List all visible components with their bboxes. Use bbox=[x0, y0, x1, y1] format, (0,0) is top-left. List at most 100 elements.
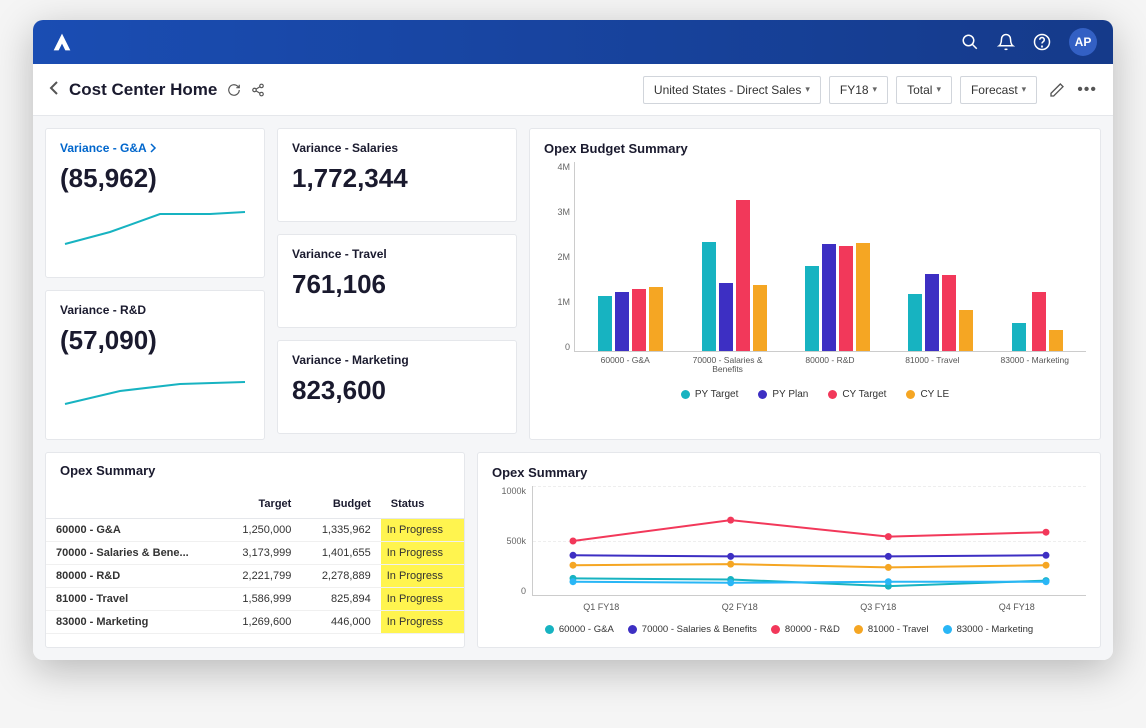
share-icon[interactable] bbox=[251, 83, 265, 97]
legend-label: CY LE bbox=[920, 389, 949, 400]
chart-point bbox=[570, 578, 577, 585]
refresh-icon[interactable] bbox=[227, 83, 241, 97]
page-header: Cost Center Home United States - Direct … bbox=[33, 64, 1113, 116]
kpi-rd-title: Variance - R&D bbox=[60, 303, 250, 317]
bar-group bbox=[702, 200, 767, 351]
chart-point bbox=[727, 553, 734, 560]
filter-region[interactable]: United States - Direct Sales ▾ bbox=[643, 76, 821, 104]
legend-item[interactable]: 83000 - Marketing bbox=[943, 624, 1034, 635]
legend-label: 70000 - Salaries & Benefits bbox=[642, 624, 757, 635]
help-icon[interactable] bbox=[1033, 33, 1051, 51]
filter-scenario[interactable]: Forecast▾ bbox=[960, 76, 1037, 104]
legend-item[interactable]: PY Plan bbox=[758, 389, 808, 400]
table-row[interactable]: 83000 - Marketing1,269,600446,000In Prog… bbox=[46, 611, 464, 634]
filter-scenario-label: Forecast bbox=[971, 83, 1018, 97]
legend-label: CY Target bbox=[842, 389, 886, 400]
line-chart-x-labels: Q1 FY18Q2 FY18Q3 FY18Q4 FY18 bbox=[532, 602, 1086, 612]
bar-chart-legend: PY Target PY Plan CY Target CY LE bbox=[544, 389, 1086, 400]
filter-total[interactable]: Total▾ bbox=[896, 76, 952, 104]
chart-point bbox=[1043, 552, 1050, 559]
filter-year[interactable]: FY18 ▾ bbox=[829, 76, 888, 104]
chart-line bbox=[573, 555, 1046, 556]
kpi-ga-value: (85,962) bbox=[60, 163, 250, 194]
table-header-target: Target bbox=[222, 490, 301, 519]
edit-icon[interactable] bbox=[1045, 78, 1069, 102]
legend-label: 60000 - G&A bbox=[559, 624, 614, 635]
cell-name: 70000 - Salaries & Bene... bbox=[46, 542, 222, 565]
chevron-down-icon: ▾ bbox=[805, 84, 810, 95]
chart-point bbox=[885, 578, 892, 585]
chart-point bbox=[727, 579, 734, 586]
opex-line-title: Opex Summary bbox=[492, 465, 1086, 480]
bar-group bbox=[805, 243, 870, 351]
legend-item[interactable]: CY Target bbox=[828, 389, 886, 400]
opex-summary-table-card: Opex Summary Target Budget Status 60000 … bbox=[45, 452, 465, 648]
kpi-marketing-title: Variance - Marketing bbox=[292, 353, 502, 367]
legend-item[interactable]: 60000 - G&A bbox=[545, 624, 614, 635]
table-row[interactable]: 81000 - Travel1,586,999825,894In Progres… bbox=[46, 588, 464, 611]
chart-bar bbox=[1012, 323, 1026, 352]
table-row[interactable]: 60000 - G&A1,250,0001,335,962In Progress bbox=[46, 519, 464, 542]
chevron-down-icon: ▾ bbox=[873, 84, 878, 95]
cell-budget: 1,401,655 bbox=[301, 542, 380, 565]
table-header-name bbox=[46, 490, 222, 519]
back-button[interactable] bbox=[49, 81, 59, 98]
legend-dot-icon bbox=[906, 390, 915, 399]
line-x-label: Q2 FY18 bbox=[722, 602, 758, 612]
bar-x-label: 80000 - R&D bbox=[795, 356, 865, 375]
chart-bar bbox=[615, 292, 629, 351]
opex-budget-title: Opex Budget Summary bbox=[544, 141, 1086, 156]
kpi-salaries-title: Variance - Salaries bbox=[292, 141, 502, 155]
legend-item[interactable]: CY LE bbox=[906, 389, 949, 400]
chart-bar bbox=[702, 242, 716, 351]
table-row[interactable]: 70000 - Salaries & Bene...3,173,9991,401… bbox=[46, 542, 464, 565]
topbar-actions: AP bbox=[961, 28, 1097, 56]
kpi-card-salaries: Variance - Salaries 1,772,344 bbox=[277, 128, 517, 222]
more-menu-icon[interactable]: ••• bbox=[1077, 81, 1097, 99]
chart-point bbox=[570, 552, 577, 559]
table-row[interactable]: 80000 - R&D2,221,7992,278,889In Progress bbox=[46, 565, 464, 588]
bar-group bbox=[598, 287, 663, 351]
chart-bar bbox=[805, 266, 819, 351]
search-icon[interactable] bbox=[961, 33, 979, 51]
chart-bar bbox=[925, 274, 939, 351]
cell-status: In Progress bbox=[381, 611, 464, 634]
kpi-ga-title-link[interactable]: Variance - G&A bbox=[60, 141, 250, 155]
legend-label: 81000 - Travel bbox=[868, 624, 929, 635]
bar-x-label: 60000 - G&A bbox=[590, 356, 660, 375]
line-x-label: Q4 FY18 bbox=[999, 602, 1035, 612]
cell-budget: 2,278,889 bbox=[301, 565, 380, 588]
notifications-icon[interactable] bbox=[997, 33, 1015, 51]
filter-region-label: United States - Direct Sales bbox=[654, 83, 801, 97]
chart-bar bbox=[649, 287, 663, 351]
table-header-status: Status bbox=[381, 490, 464, 519]
chart-point bbox=[885, 564, 892, 571]
legend-item[interactable]: 81000 - Travel bbox=[854, 624, 929, 635]
chart-bar bbox=[908, 294, 922, 351]
kpi-travel-title: Variance - Travel bbox=[292, 247, 502, 261]
chart-bar bbox=[719, 283, 733, 351]
brand-logo[interactable] bbox=[49, 29, 75, 55]
chart-point bbox=[885, 533, 892, 540]
legend-item[interactable]: 70000 - Salaries & Benefits bbox=[628, 624, 757, 635]
chart-point bbox=[885, 553, 892, 560]
bar-group bbox=[908, 274, 973, 351]
chart-line bbox=[573, 564, 1046, 567]
legend-item[interactable]: PY Target bbox=[681, 389, 739, 400]
chart-point bbox=[1043, 562, 1050, 569]
cell-budget: 446,000 bbox=[301, 611, 380, 634]
cell-status: In Progress bbox=[381, 565, 464, 588]
kpi-card-travel: Variance - Travel 761,106 bbox=[277, 234, 517, 328]
chart-point bbox=[727, 517, 734, 524]
legend-dot-icon bbox=[545, 625, 554, 634]
legend-item[interactable]: 80000 - R&D bbox=[771, 624, 840, 635]
chart-bar bbox=[1049, 330, 1063, 351]
chart-bar bbox=[839, 246, 853, 351]
legend-label: PY Target bbox=[695, 389, 739, 400]
opex-budget-summary-card: Opex Budget Summary 4M 3M 2M 1M 0 60000 … bbox=[529, 128, 1101, 440]
top-navbar: AP bbox=[33, 20, 1113, 64]
legend-dot-icon bbox=[758, 390, 767, 399]
legend-dot-icon bbox=[854, 625, 863, 634]
filter-year-label: FY18 bbox=[840, 83, 869, 97]
user-avatar[interactable]: AP bbox=[1069, 28, 1097, 56]
